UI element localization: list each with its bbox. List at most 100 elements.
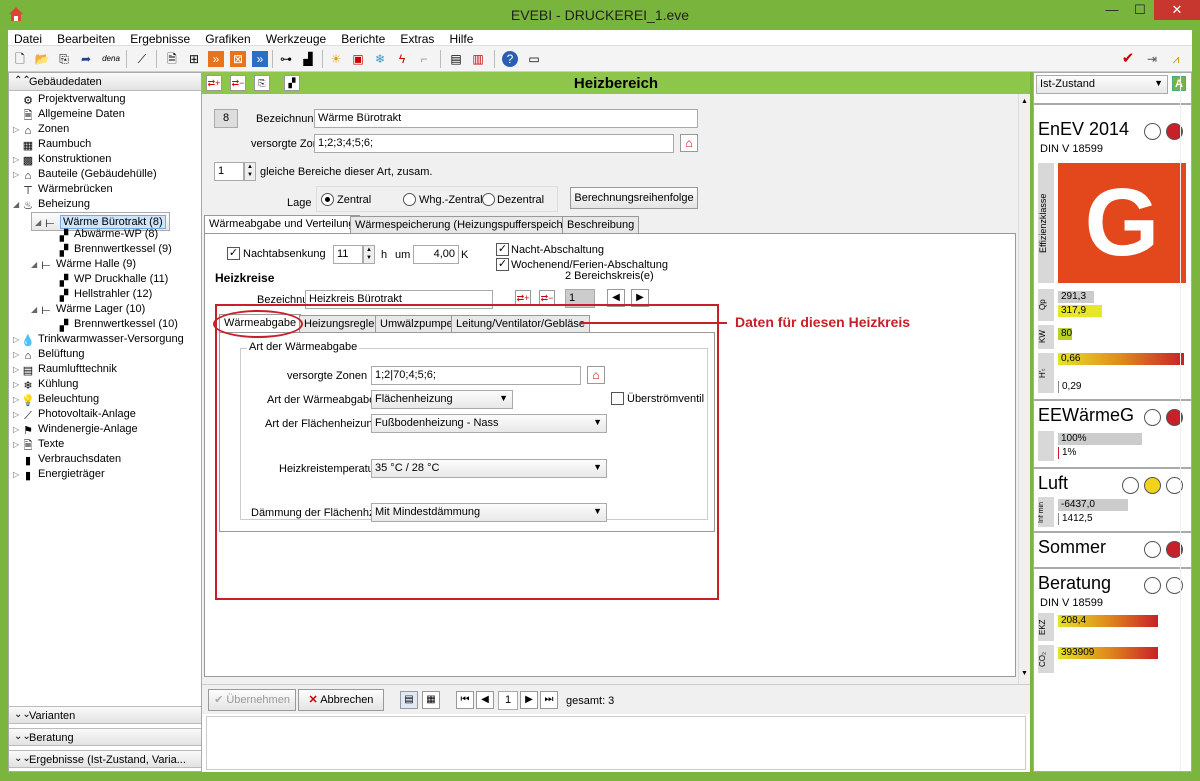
orange-box-icon[interactable]: ⊠ <box>230 51 246 67</box>
lage-zentral-radio[interactable] <box>321 193 334 206</box>
kelvin-input[interactable]: 4,00 <box>413 245 459 264</box>
structure-icon[interactable]: ⊞ <box>186 51 202 67</box>
minimize-button[interactable]: — <box>1098 0 1126 20</box>
tab-waermespeicherung[interactable]: Wärmespeicherung (Heizungspufferspeicher… <box>350 216 582 234</box>
arrow-in-icon[interactable]: ⇥ <box>1144 51 1160 67</box>
check-icon[interactable]: ✔ <box>1120 51 1136 67</box>
help-icon[interactable]: ? <box>502 51 518 67</box>
chart-edit-icon[interactable]: ▟ <box>300 51 316 67</box>
tree-item[interactable]: ◢ ♨ Beheizung <box>13 197 90 212</box>
nacht-abschaltung-checkbox[interactable]: ✓ <box>496 243 509 256</box>
calculator-icon[interactable]: ▤ <box>448 51 464 67</box>
blank-doc-icon[interactable]: ⌐ <box>416 51 432 67</box>
menu-werkzeuge[interactable]: Werkzeuge <box>260 30 332 46</box>
wochenend-checkbox[interactable]: ✓ <box>496 258 509 271</box>
expand-toggle-icon[interactable]: ◢ <box>31 302 39 317</box>
tree-item[interactable]: ▷ ⌂ Belüftung <box>13 347 84 362</box>
dena-icon[interactable]: dena <box>100 51 122 67</box>
sun-icon[interactable]: ☀ <box>328 51 344 67</box>
expand-toggle-icon[interactable]: ◢ <box>31 257 39 272</box>
tree-item[interactable]: ▞ Brennwertkessel (9) <box>49 242 172 257</box>
expand-toggle-icon[interactable]: ▷ <box>13 377 21 392</box>
tree-item[interactable]: ▮ Verbrauchsdaten <box>13 452 121 467</box>
last-page-button[interactable]: ⏭ <box>540 691 558 709</box>
expand-toggle-icon[interactable]: ▷ <box>13 122 21 137</box>
tree-item[interactable]: ▞ WP Druckhalle (11) <box>49 272 169 287</box>
lage-whg-radio[interactable] <box>403 193 416 206</box>
form-view-icon[interactable]: ▤ <box>400 691 418 709</box>
snowflake-icon[interactable]: ❄ <box>372 51 388 67</box>
orange-arrow-icon[interactable]: » <box>208 51 224 67</box>
lage-dezentral-radio[interactable] <box>482 193 495 206</box>
export-icon[interactable]: ➦ <box>78 51 94 67</box>
expand-toggle-icon[interactable]: ▷ <box>13 332 21 347</box>
scroll-down-icon[interactable]: ▼ <box>1021 670 1028 677</box>
scroll-up-icon[interactable]: ▲ <box>1021 98 1028 105</box>
tree-item[interactable]: ◢ ⊢ Wärme Halle (9) <box>31 257 136 272</box>
close-button[interactable]: ✕ <box>1154 0 1200 20</box>
page-input[interactable]: 1 <box>498 691 518 710</box>
nachtabsenkung-checkbox[interactable]: ✓ <box>227 247 240 260</box>
nacht-hours-spinner[interactable]: ▲ ▼ <box>363 245 375 264</box>
tree-item[interactable]: ▷ 🗎 Texte <box>13 437 64 452</box>
copy-icon[interactable]: ⎘ <box>56 51 72 67</box>
tree-icon[interactable]: ⊶ <box>278 51 294 67</box>
tree-item[interactable]: ▷ ▩ Konstruktionen <box>13 152 111 167</box>
document-icon[interactable]: 🗎 <box>164 51 180 67</box>
abbrechen-button[interactable]: ✕ Abbrechen <box>298 689 384 711</box>
tree-item[interactable]: ▷ ⌂ Zonen <box>13 122 69 137</box>
menu-extras[interactable]: Extras <box>394 30 440 46</box>
expand-toggle-icon[interactable]: ▷ <box>13 407 21 422</box>
report-icon[interactable]: ▥ <box>470 51 486 67</box>
zonen-input[interactable]: 1;2;3;4;5;6; <box>314 134 674 153</box>
menu-ergebnisse[interactable]: Ergebnisse <box>124 30 196 46</box>
tree-item[interactable]: ▷ 💡 Beleuchtung <box>13 392 99 407</box>
zonen-house-icon[interactable]: ⌂ <box>680 134 698 152</box>
tab-beschreibung[interactable]: Beschreibung <box>562 216 640 234</box>
state-select[interactable]: Ist-Zustand ▼ <box>1036 75 1168 94</box>
expand-toggle-icon[interactable]: ▷ <box>13 347 21 362</box>
info-icon[interactable]: ▭ <box>526 51 542 67</box>
count-input[interactable]: 1 <box>214 162 244 181</box>
expand-toggle-icon[interactable]: ▷ <box>13 392 21 407</box>
tree-item[interactable]: ▞ Brennwertkessel (10) <box>49 317 178 332</box>
blue-arrow-icon[interactable]: » <box>252 51 268 67</box>
nacht-hours-input[interactable]: 11 <box>333 245 363 264</box>
window-red-icon[interactable]: ▣ <box>350 51 366 67</box>
expand-toggle-icon[interactable]: ▷ <box>13 152 21 167</box>
menu-datei[interactable]: Datei <box>8 30 48 46</box>
tree-item[interactable]: ▞ Hellstrahler (12) <box>49 287 152 302</box>
tree-item[interactable]: ◢ ⊢ Wärme Lager (10) <box>31 302 145 317</box>
expand-toggle-icon[interactable]: ▷ <box>13 362 21 377</box>
uebernehmen-button[interactable]: ✔ Übernehmen <box>208 689 296 711</box>
menu-hilfe[interactable]: Hilfe <box>443 30 479 46</box>
right-scrollbar[interactable] <box>1180 73 1191 771</box>
tree-item[interactable]: ▞ Abwärme-WP (8) <box>49 227 158 242</box>
next-page-button[interactable]: ▶ <box>520 691 538 709</box>
menu-berichte[interactable]: Berichte <box>335 30 391 46</box>
expand-toggle-icon[interactable]: ▷ <box>13 422 21 437</box>
menu-grafiken[interactable]: Grafiken <box>199 30 256 46</box>
form-scrollbar[interactable]: ▲ ▼ <box>1018 94 1030 684</box>
lightning-icon[interactable]: ϟ <box>394 51 410 67</box>
prev-page-button[interactable]: ◀ <box>476 691 494 709</box>
panel-header-ergebnisse[interactable]: ⌄⌄ Ergebnisse (Ist-Zustand, Varia... <box>9 750 201 768</box>
expand-toggle-icon[interactable]: ◢ <box>13 197 21 212</box>
tree-item[interactable]: ▷ ❄ Kühlung <box>13 377 78 392</box>
tree-item[interactable]: ▷ ▤ Raumlufttechnik <box>13 362 117 377</box>
tree-item[interactable]: ▦ Raumbuch <box>13 137 91 152</box>
maximize-button[interactable]: ☐ <box>1126 0 1154 20</box>
wand-icon[interactable]: ⟋ <box>134 51 150 67</box>
berechnungsreihenfolge-button[interactable]: Berechnungsreihenfolge <box>570 187 698 209</box>
tab-waermeabgabe-verteilung[interactable]: Wärmeabgabe und Verteilung <box>204 215 360 234</box>
tree-item[interactable]: ▷ ⌂ Bauteile (Gebäudehülle) <box>13 167 157 182</box>
tree-item[interactable]: ⚙ Projektverwaltung <box>13 92 125 107</box>
expand-toggle-icon[interactable]: ▷ <box>13 167 21 182</box>
tree-item[interactable]: ▷ 💧 Trinkwarmwasser-Versorgung <box>13 332 184 347</box>
tree-item[interactable]: ▷ ⟋ Photovoltaik-Anlage <box>13 407 136 422</box>
expand-toggle-icon[interactable]: ▷ <box>13 437 21 452</box>
open-folder-icon[interactable]: 📂 <box>34 51 50 67</box>
expand-toggle-icon[interactable]: ◢ <box>35 215 43 230</box>
table-view-icon[interactable]: ▦ <box>422 691 440 709</box>
bezeichnung-input[interactable]: Wärme Bürotrakt <box>314 109 698 128</box>
